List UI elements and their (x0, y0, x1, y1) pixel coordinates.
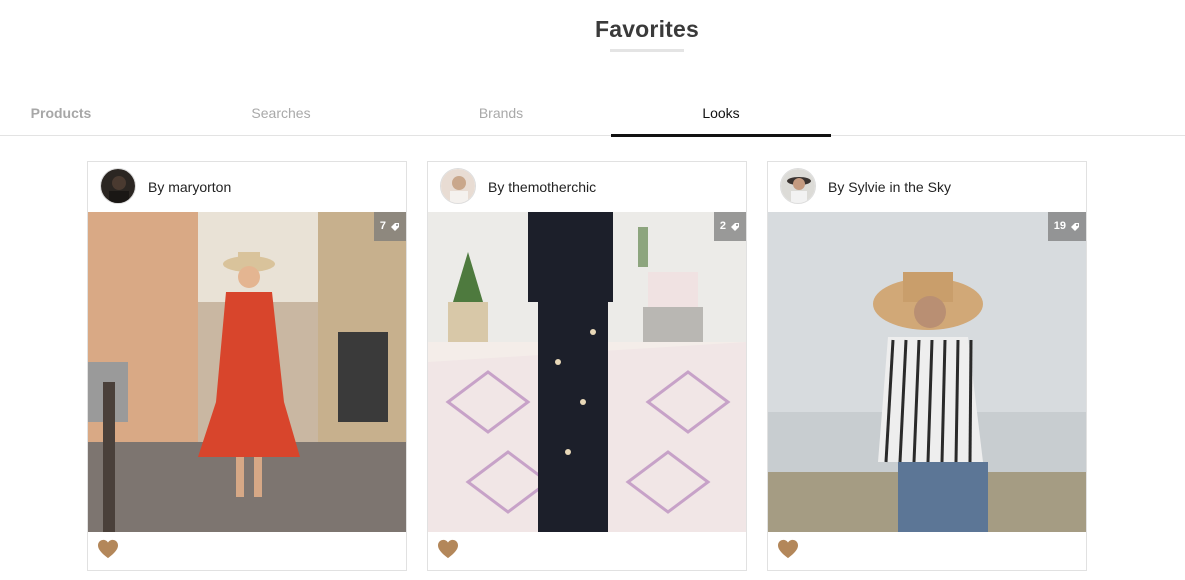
card-footer (428, 532, 746, 571)
card-footer (768, 532, 1086, 571)
favorites-tabs: Products Searches Brands Looks (0, 94, 1185, 137)
tab-brands[interactable]: Brands (391, 94, 611, 136)
tag-icon (731, 222, 739, 231)
title-underline (610, 49, 684, 52)
tag-count: 2 (719, 220, 726, 232)
avatar[interactable] (440, 168, 476, 204)
look-card: By maryorton 7 (87, 161, 407, 571)
tag-count-badge: 7 (373, 212, 406, 241)
card-header: By themotherchic (428, 162, 746, 212)
page-title: Favorites (594, 16, 700, 42)
look-card: By themotherchic 2 (427, 161, 747, 571)
tag-count-badge: 2 (713, 212, 746, 241)
look-image[interactable]: 7 (88, 212, 406, 532)
card-footer (88, 532, 406, 571)
look-image[interactable]: 19 (768, 212, 1086, 532)
tag-icon (1071, 222, 1079, 231)
tag-icon (391, 222, 399, 231)
author-name[interactable]: By Sylvie in the Sky (828, 179, 951, 195)
heart-icon[interactable] (777, 539, 799, 559)
heart-icon[interactable] (97, 539, 119, 559)
tab-looks[interactable]: Looks (611, 94, 831, 137)
tab-searches[interactable]: Searches (171, 94, 391, 136)
heart-icon[interactable] (437, 539, 459, 559)
tag-count: 19 (1053, 220, 1066, 232)
author-name[interactable]: By themotherchic (488, 179, 596, 195)
look-card: By Sylvie in the Sky 19 (767, 161, 1087, 571)
avatar[interactable] (780, 168, 816, 204)
avatar[interactable] (100, 168, 136, 204)
card-header: By Sylvie in the Sky (768, 162, 1086, 212)
tab-products[interactable]: Products (0, 94, 122, 136)
tag-count: 7 (379, 220, 386, 232)
tag-count-badge: 19 (1047, 212, 1086, 241)
card-header: By maryorton (88, 162, 406, 212)
page-header: Favorites (0, 0, 1185, 70)
look-image[interactable]: 2 (428, 212, 746, 532)
author-name[interactable]: By maryorton (148, 179, 231, 195)
